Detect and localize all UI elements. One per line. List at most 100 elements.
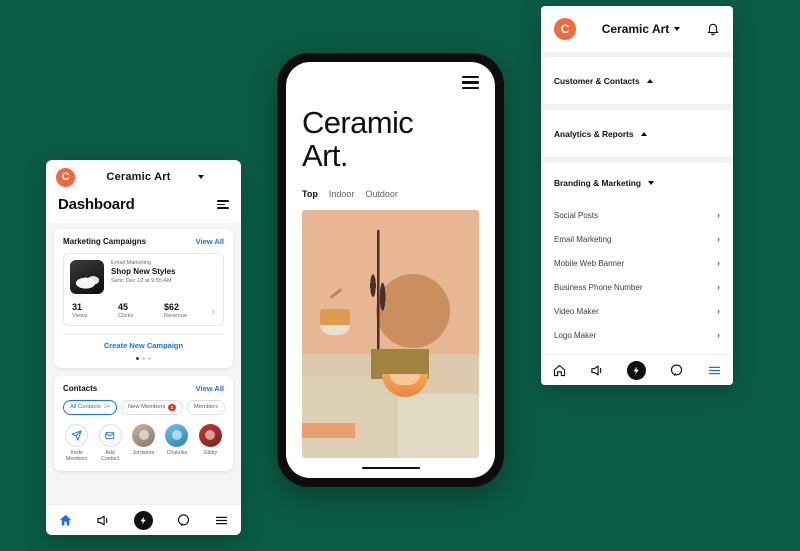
chevron-right-icon: › (717, 210, 720, 220)
tab-indoor[interactable]: Indoor (329, 189, 355, 199)
bottom-navigation (541, 354, 733, 385)
divider (63, 334, 224, 335)
section-label: Analytics & Reports (554, 128, 634, 139)
megaphone-icon[interactable] (96, 513, 111, 528)
chip-all-contacts[interactable]: All Contacts 24 (63, 400, 117, 415)
chat-bubble-icon[interactable] (669, 363, 684, 378)
megaphone-icon[interactable] (590, 363, 605, 378)
campaign-name: Shop New Styles (111, 267, 176, 276)
brand-logo: C (56, 167, 75, 187)
view-all-contacts-link[interactable]: View All (196, 384, 224, 393)
stat-views: 31 Views (72, 302, 118, 319)
status-badge: 2 (168, 403, 176, 411)
section-customer-and-contacts[interactable]: Customer & Contacts (541, 57, 733, 105)
chip-label: All Contacts (70, 404, 101, 411)
section-label: Branding & Marketing (554, 178, 642, 188)
home-icon[interactable] (552, 363, 567, 378)
menu-item-mobile-web-banner[interactable]: Mobile Web Banner › (541, 251, 733, 275)
action-label: Invite Members (65, 449, 88, 463)
home-indicator-bar (302, 458, 479, 478)
brand-selector[interactable]: Ceramic Art (83, 171, 204, 183)
mail-add-icon (98, 423, 122, 447)
page-title: Ceramic Art. (302, 106, 479, 173)
tab-top[interactable]: Top (302, 189, 318, 199)
lightning-bolt-icon[interactable] (627, 360, 647, 380)
campaign-meta: Email Marketing Shop New Styles Sent: De… (111, 260, 217, 284)
menu-label: Email Marketing (554, 234, 612, 244)
tab-outdoor[interactable]: Outdoor (365, 189, 398, 199)
chip-new-members[interactable]: New Members 2 (120, 400, 183, 415)
campaign-thumbnail (70, 260, 104, 294)
stat-label: Clicks (118, 313, 134, 319)
contact-name: Gibby (203, 449, 218, 456)
section-analytics-and-reports[interactable]: Analytics & Reports (541, 110, 733, 158)
contacts-row: Invite Members Add Contact Jordanna Chak… (63, 423, 224, 463)
section-branding-and-marketing[interactable]: Branding & Marketing (541, 163, 733, 203)
brand-logo: C (554, 18, 576, 40)
home-icon[interactable] (58, 513, 73, 528)
chip-label: New Members (127, 404, 166, 411)
campaign-detail-chevron-icon[interactable]: › (210, 306, 215, 316)
menu-label: Video Maker (554, 306, 599, 316)
chevron-right-icon: › (717, 330, 720, 340)
chip-label: Members (193, 404, 218, 411)
page-title: Dashboard (58, 196, 135, 213)
brand-name: Ceramic Art (601, 22, 670, 36)
lightning-bolt-icon[interactable] (133, 510, 153, 530)
create-new-campaign-button[interactable]: Create New Campaign (63, 341, 224, 352)
app-header: C Ceramic Art (541, 6, 733, 52)
bottom-navigation (46, 504, 241, 535)
marketing-campaigns-card: Marketing Campaigns View All Email Marke… (54, 229, 233, 368)
add-contact-action[interactable]: Add Contact (96, 423, 123, 463)
chevron-right-icon: › (717, 306, 720, 316)
contact-avatar-item[interactable]: Jordanna (130, 423, 157, 457)
invite-members-action[interactable]: Invite Members (63, 423, 90, 463)
dashboard-body: Marketing Campaigns View All Email Marke… (46, 223, 241, 504)
brand-selector[interactable]: Ceramic Art (584, 22, 698, 36)
contact-name: Chakrika (166, 449, 188, 456)
phone-screen: Ceramic Art. Top Indoor Outdoor (286, 62, 495, 478)
hero-product-image[interactable] (302, 209, 479, 458)
menu-item-business-phone-number[interactable]: Business Phone Number › (541, 275, 733, 299)
section-label: Customer & Contacts (554, 75, 640, 86)
chevron-right-icon: › (717, 258, 720, 268)
card-header: Contacts View All (63, 384, 224, 393)
branding-menu-list: Social Posts › Email Marketing › Mobile … (541, 203, 733, 354)
chevron-right-icon: › (717, 234, 720, 244)
list-filter-icon[interactable] (217, 200, 229, 209)
contact-filter-chips: All Contacts 24 New Members 2 Members (63, 400, 225, 415)
menu-item-social-posts[interactable]: Social Posts › (541, 203, 733, 227)
chevron-up-icon (640, 131, 647, 136)
chat-bubble-icon[interactable] (176, 513, 191, 528)
carousel-dots (63, 352, 224, 360)
carousel-dot[interactable] (142, 357, 145, 360)
carousel-dot[interactable] (148, 357, 151, 360)
action-label: Add Contact (101, 449, 120, 463)
view-all-campaigns-link[interactable]: View All (196, 237, 224, 246)
contact-avatar-item[interactable]: Chakrika (163, 423, 190, 457)
menu-item-video-maker[interactable]: Video Maker › (541, 299, 733, 323)
chip-members[interactable]: Members (186, 400, 225, 415)
page-title-bar: Dashboard (46, 194, 241, 223)
stat-label: Views (72, 313, 88, 319)
canvas: C Ceramic Art Dashboard Marketing Campai… (0, 0, 800, 551)
chip-count: 24 (103, 404, 110, 411)
contacts-card: Contacts View All All Contacts 24 New Me… (54, 376, 233, 471)
stat-value: 45 (118, 302, 129, 312)
notification-bell-icon[interactable] (706, 22, 720, 36)
carousel-dot[interactable] (136, 357, 139, 360)
chevron-right-icon: › (717, 282, 720, 292)
hamburger-menu-icon[interactable] (707, 363, 722, 378)
card-title: Contacts (63, 384, 98, 393)
menu-item-logo-maker[interactable]: Logo Maker › (541, 323, 733, 347)
chevron-up-icon (646, 78, 653, 83)
decor-stick (329, 287, 342, 299)
chevron-down-icon (648, 181, 655, 185)
menu-item-email-marketing[interactable]: Email Marketing › (541, 227, 733, 251)
hamburger-menu-icon[interactable] (462, 76, 479, 90)
hamburger-menu-icon[interactable] (214, 513, 229, 528)
campaign-item[interactable]: Email Marketing Shop New Styles Sent: De… (63, 253, 224, 326)
stat-value: $62 (164, 302, 180, 312)
stat-value: 31 (72, 302, 83, 312)
contact-avatar-item[interactable]: Gibby (197, 423, 224, 457)
